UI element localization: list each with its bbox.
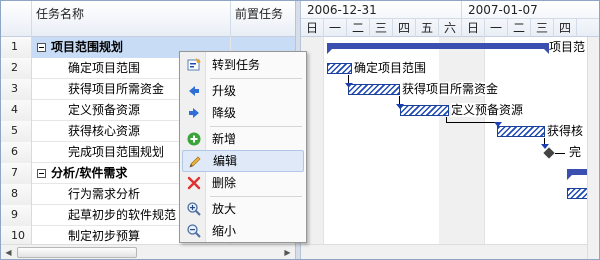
- gantt-timeline: 2006-12-31 2007-01-07 日 一 二 三 四 五 六 日 一 …: [301, 1, 599, 259]
- zoom-in-icon: [186, 201, 202, 217]
- row-number: 4: [1, 100, 32, 121]
- menu-separator: [210, 196, 302, 197]
- delete-icon: [186, 175, 202, 191]
- scroll-right-icon[interactable]: ▶: [280, 245, 295, 259]
- menu-item-demote[interactable]: 降级: [182, 102, 304, 124]
- gantt-horizontal-scrollbar[interactable]: [301, 244, 587, 259]
- day-header: 日: [301, 19, 324, 37]
- milestone-marker[interactable]: [543, 147, 555, 159]
- scrollbar-thumb[interactable]: [17, 247, 137, 258]
- bar-label: 确定项目范围: [354, 61, 427, 75]
- menu-item-label: 转到任务: [212, 58, 261, 72]
- collapse-icon[interactable]: [37, 43, 46, 52]
- dependency-line: [555, 153, 565, 154]
- day-header: 三: [531, 19, 554, 37]
- row-number: 9: [1, 205, 32, 226]
- task-bar[interactable]: [400, 105, 449, 116]
- menu-item-delete[interactable]: 删除: [182, 172, 304, 194]
- day-header: 一: [485, 19, 508, 37]
- day-header: 一: [324, 19, 347, 37]
- menu-item-goto-task[interactable]: 转到任务: [182, 54, 304, 76]
- bar-label: 完: [569, 145, 582, 159]
- context-menu: 转到任务 升级 降级 新增 编辑 删除 放大 缩小: [179, 51, 307, 243]
- task-bar[interactable]: [497, 126, 545, 137]
- collapse-icon[interactable]: [37, 169, 46, 178]
- day-header: 二: [347, 19, 370, 37]
- row-number: 1: [1, 37, 32, 58]
- day-header: 日: [462, 19, 485, 37]
- dependency-line: [446, 122, 498, 123]
- menu-item-label: 缩小: [212, 224, 237, 238]
- day-header: 六: [439, 19, 462, 37]
- row-number: 5: [1, 121, 32, 142]
- menu-separator: [210, 126, 302, 127]
- summary-bar[interactable]: [327, 43, 549, 54]
- menu-item-zoom-in[interactable]: 放大: [182, 198, 304, 220]
- goto-task-icon: [186, 57, 202, 73]
- grid-horizontal-scrollbar[interactable]: ◀ ▶: [1, 244, 295, 259]
- day-header: 二: [508, 19, 531, 37]
- bar-label: 获得核: [547, 124, 584, 138]
- menu-item-promote[interactable]: 升级: [182, 80, 304, 102]
- menu-item-label: 放大: [212, 202, 237, 216]
- timeline-header: 2006-12-31 2007-01-07 日 一 二 三 四 五 六 日 一 …: [301, 1, 599, 37]
- gantt-vertical-scrollbar[interactable]: [587, 37, 599, 259]
- grid-header: 任务名称 前置任务: [1, 1, 295, 37]
- edit-icon: [187, 154, 203, 170]
- menu-item-add[interactable]: 新增: [182, 128, 304, 150]
- task-name: 分析/软件需求: [51, 166, 128, 180]
- add-icon: [186, 131, 202, 147]
- predecessors-header[interactable]: 前置任务: [231, 1, 295, 37]
- row-number-header[interactable]: [1, 1, 32, 37]
- menu-item-label: 删除: [212, 176, 237, 190]
- task-bar[interactable]: [567, 188, 589, 199]
- row-number: 8: [1, 184, 32, 205]
- bar-label: 项目范: [549, 40, 586, 54]
- day-header: 三: [370, 19, 393, 37]
- week-header: 2007-01-07: [462, 1, 599, 19]
- week-header: 2006-12-31: [301, 1, 462, 19]
- row-number: 7: [1, 163, 32, 184]
- row-number: 3: [1, 79, 32, 100]
- task-name-header[interactable]: 任务名称: [32, 1, 231, 37]
- task-bar[interactable]: [348, 84, 400, 95]
- menu-item-zoom-out[interactable]: 缩小: [182, 220, 304, 242]
- gantt-chart-app: 任务名称 前置任务 1 项目范围规划 2 确定项目范围 3 获得项目所需资金 4…: [0, 0, 600, 260]
- menu-separator: [210, 78, 302, 79]
- zoom-out-icon: [186, 223, 202, 239]
- menu-item-edit[interactable]: 编辑: [182, 150, 304, 172]
- menu-item-label: 降级: [212, 106, 237, 120]
- day-header: 五: [416, 19, 439, 37]
- menu-item-label: 升级: [212, 84, 237, 98]
- bar-label: 获得项目所需资金: [402, 82, 499, 96]
- arrow-right-icon: [186, 105, 202, 121]
- scroll-left-icon[interactable]: ◀: [1, 245, 16, 259]
- row-number: 2: [1, 58, 32, 79]
- weekend-column: [439, 37, 485, 244]
- bar-label: 定义预备资源: [451, 103, 524, 117]
- day-header: 四: [554, 19, 577, 37]
- task-bar[interactable]: [327, 63, 352, 74]
- menu-item-label: 编辑: [213, 154, 238, 168]
- day-header: 四: [393, 19, 416, 37]
- task-name: 项目范围规划: [51, 40, 124, 54]
- arrow-left-icon: [186, 83, 202, 99]
- menu-item-label: 新增: [212, 132, 237, 146]
- row-number: 6: [1, 142, 32, 163]
